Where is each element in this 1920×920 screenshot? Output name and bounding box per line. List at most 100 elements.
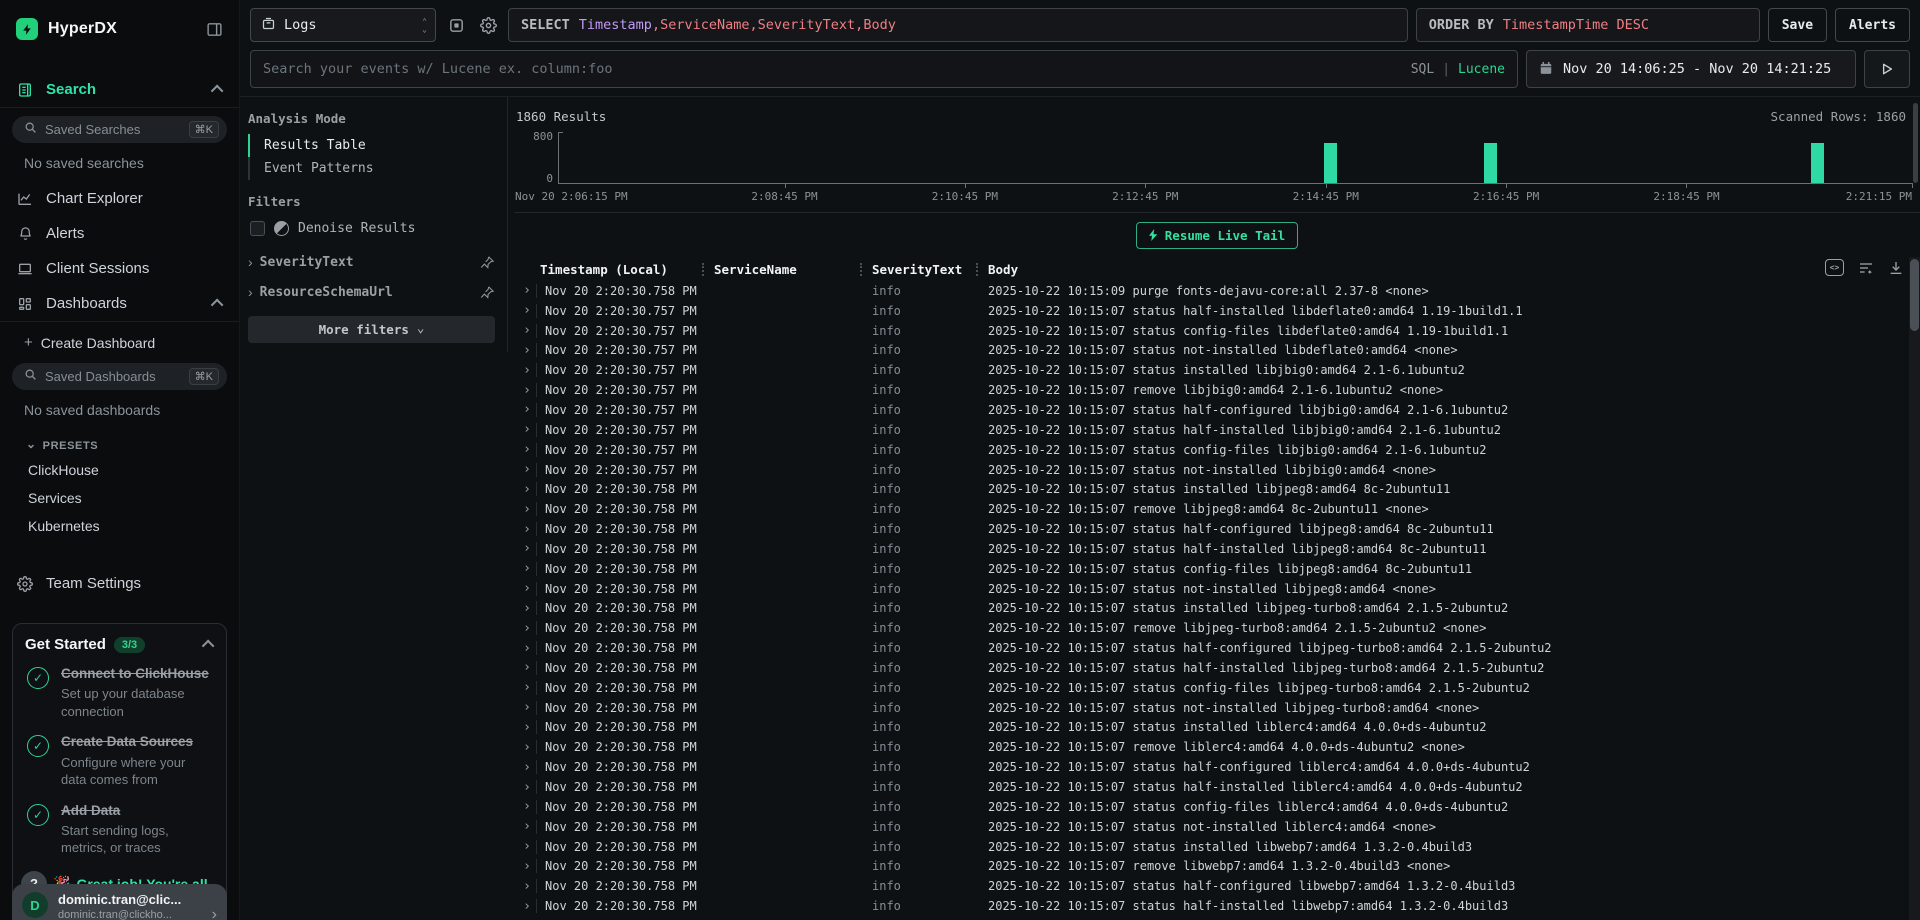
download-icon[interactable]	[1888, 260, 1904, 276]
sidebar-collapse-icon[interactable]	[206, 21, 223, 38]
pin-icon[interactable]	[480, 255, 495, 270]
pin-icon[interactable]	[480, 285, 495, 300]
column-header-severitytext[interactable]: SeverityText	[872, 262, 988, 277]
sidebar-preset-item[interactable]: ClickHouse	[0, 456, 239, 484]
filter-group-severitytext[interactable]: SeverityText	[248, 254, 495, 270]
saved-dashboards-input[interactable]: Saved Dashboards ⌘K	[12, 363, 227, 390]
cell-timestamp: Nov 20 2:20:30.758 PM	[536, 899, 714, 913]
cell-severity: info	[872, 522, 988, 536]
presets-section-toggle[interactable]: PRESETS	[0, 428, 239, 456]
analysis-mode-option[interactable]: Event Patterns	[248, 157, 495, 180]
table-row[interactable]: Nov 20 2:20:30.757 PMinfo2025-10-22 10:1…	[514, 341, 1920, 361]
table-row[interactable]: Nov 20 2:20:30.758 PMinfo2025-10-22 10:1…	[514, 638, 1920, 658]
table-row[interactable]: Nov 20 2:20:30.758 PMinfo2025-10-22 10:1…	[514, 281, 1920, 301]
table-row[interactable]: Nov 20 2:20:30.758 PMinfo2025-10-22 10:1…	[514, 698, 1920, 718]
table-row[interactable]: Nov 20 2:20:30.758 PMinfo2025-10-22 10:1…	[514, 777, 1920, 797]
table-row[interactable]: Nov 20 2:20:30.758 PMinfo2025-10-22 10:1…	[514, 737, 1920, 757]
table-row[interactable]: Nov 20 2:20:30.758 PMinfo2025-10-22 10:1…	[514, 658, 1920, 678]
table-scrollbar[interactable]	[1909, 257, 1920, 920]
run-query-button[interactable]	[1864, 50, 1910, 88]
table-row[interactable]: Nov 20 2:20:30.758 PMinfo2025-10-22 10:1…	[514, 499, 1920, 519]
scrollbar-thumb[interactable]	[1910, 259, 1919, 331]
filter-group-resourceschemaurl[interactable]: ResourceSchemaUrl	[248, 284, 495, 300]
table-row[interactable]: Nov 20 2:20:30.758 PMinfo2025-10-22 10:1…	[514, 579, 1920, 599]
get-started-task[interactable]: ✓Create Data SourcesConfigure where your…	[27, 733, 214, 788]
create-dashboard-button[interactable]: Create Dashboard	[0, 322, 239, 355]
table-row[interactable]: Nov 20 2:20:30.757 PMinfo2025-10-22 10:1…	[514, 380, 1920, 400]
table-row[interactable]: Nov 20 2:20:30.758 PMinfo2025-10-22 10:1…	[514, 479, 1920, 499]
page-scrollbar[interactable]	[1913, 103, 1918, 183]
source-select[interactable]: Logs ⌃⌃	[250, 8, 436, 42]
table-row[interactable]: Nov 20 2:20:30.757 PMinfo2025-10-22 10:1…	[514, 440, 1920, 460]
table-row[interactable]: Nov 20 2:20:30.758 PMinfo2025-10-22 10:1…	[514, 856, 1920, 876]
table-row[interactable]: Nov 20 2:20:30.757 PMinfo2025-10-22 10:1…	[514, 360, 1920, 380]
cell-body: 2025-10-22 10:15:07 status config-files …	[988, 800, 1920, 814]
table-row[interactable]: Nov 20 2:20:30.757 PMinfo2025-10-22 10:1…	[514, 400, 1920, 420]
sql-mode-toggle[interactable]: SQL	[1411, 62, 1434, 77]
table-config-icon[interactable]	[444, 13, 468, 37]
histogram-bar[interactable]	[1324, 143, 1337, 183]
analysis-mode-list: Results TableEvent Patterns	[248, 134, 495, 180]
event-search-input[interactable]: Search your events w/ Lucene ex. column:…	[250, 50, 1518, 88]
sidebar-item-team-settings[interactable]: Team Settings	[0, 566, 239, 601]
more-filters-button[interactable]: More filters	[248, 316, 495, 343]
resume-live-tail-button[interactable]: Resume Live Tail	[1136, 222, 1298, 249]
cell-body: 2025-10-22 10:15:07 status half-installe…	[988, 423, 1920, 437]
table-row[interactable]: Nov 20 2:20:30.758 PMinfo2025-10-22 10:1…	[514, 539, 1920, 559]
table-row[interactable]: Nov 20 2:20:30.758 PMinfo2025-10-22 10:1…	[514, 837, 1920, 857]
table-row[interactable]: Nov 20 2:20:30.758 PMinfo2025-10-22 10:1…	[514, 718, 1920, 738]
table-row[interactable]: Nov 20 2:20:30.758 PMinfo2025-10-22 10:1…	[514, 757, 1920, 777]
column-resize-handle[interactable]	[702, 263, 704, 276]
order-by-input[interactable]: ORDER BY TimestampTime DESC	[1416, 8, 1760, 42]
histogram-bar[interactable]	[1811, 143, 1824, 183]
sidebar-item-client-sessions[interactable]: Client Sessions	[0, 251, 239, 286]
wrap-lines-icon[interactable]	[1857, 260, 1875, 276]
chart-plot-area[interactable]: Nov 20 2:06:15 PM2:08:45 PM2:10:45 PM2:1…	[558, 132, 1912, 184]
cell-timestamp: Nov 20 2:20:30.758 PM	[536, 661, 714, 675]
column-resize-handle[interactable]	[976, 263, 978, 276]
sidebar-item-alerts[interactable]: Alerts	[0, 216, 239, 251]
denoise-results-toggle[interactable]: Denoise Results	[248, 217, 495, 240]
sidebar-preset-item[interactable]: Services	[0, 484, 239, 512]
table-row[interactable]: Nov 20 2:20:30.758 PMinfo2025-10-22 10:1…	[514, 559, 1920, 579]
denoise-checkbox[interactable]	[250, 221, 265, 236]
select-columns-input[interactable]: SELECT Timestamp,ServiceName,SeverityTex…	[508, 8, 1408, 42]
get-started-header[interactable]: Get Started 3/3	[25, 636, 214, 653]
table-row[interactable]: Nov 20 2:20:30.757 PMinfo2025-10-22 10:1…	[514, 420, 1920, 440]
column-header-body[interactable]: Body	[988, 262, 1920, 277]
table-row[interactable]: Nov 20 2:20:30.758 PMinfo2025-10-22 10:1…	[514, 797, 1920, 817]
get-started-task[interactable]: ✓Connect to ClickHouseSet up your databa…	[27, 665, 214, 720]
sidebar-preset-item[interactable]: Kubernetes	[0, 512, 239, 540]
table-row[interactable]: Nov 20 2:20:30.758 PMinfo2025-10-22 10:1…	[514, 876, 1920, 896]
saved-searches-placeholder: Saved Searches	[45, 122, 181, 137]
column-resize-handle[interactable]	[860, 263, 862, 276]
table-row[interactable]: Nov 20 2:20:30.758 PMinfo2025-10-22 10:1…	[514, 896, 1920, 916]
lucene-mode-toggle[interactable]: Lucene	[1458, 62, 1505, 77]
sidebar-item-dashboards[interactable]: Dashboards	[0, 286, 239, 321]
column-header-timestamp[interactable]: Timestamp (Local)	[540, 262, 714, 277]
date-range-picker[interactable]: Nov 20 14:06:25 - Nov 20 14:21:25	[1526, 50, 1856, 88]
table-row[interactable]: Nov 20 2:20:30.757 PMinfo2025-10-22 10:1…	[514, 460, 1920, 480]
user-profile-chip[interactable]: D dominic.tran@clic... dominic.tran@clic…	[12, 884, 227, 920]
table-row[interactable]: Nov 20 2:20:30.758 PMinfo2025-10-22 10:1…	[514, 817, 1920, 837]
saved-searches-input[interactable]: Saved Searches ⌘K	[12, 116, 227, 143]
table-row[interactable]: Nov 20 2:20:30.758 PMinfo2025-10-22 10:1…	[514, 678, 1920, 698]
saved-dashboards-placeholder: Saved Dashboards	[45, 369, 181, 384]
sidebar-item-chart-explorer[interactable]: Chart Explorer	[0, 181, 239, 216]
get-started-task[interactable]: ✓Add DataStart sending logs, metrics, or…	[27, 802, 214, 857]
histogram-bar[interactable]	[1484, 143, 1497, 183]
save-button[interactable]: Save	[1768, 8, 1827, 42]
laptop-icon	[16, 261, 34, 277]
sidebar-item-search[interactable]: Search	[0, 72, 239, 107]
table-row[interactable]: Nov 20 2:20:30.757 PMinfo2025-10-22 10:1…	[514, 321, 1920, 341]
results-histogram[interactable]: 800 0 Nov 20 2:06:15 PM2:08:45 PM2:10:45…	[516, 132, 1912, 184]
alerts-button[interactable]: Alerts	[1835, 8, 1910, 42]
expand-json-icon[interactable]: <>	[1825, 259, 1844, 276]
table-row[interactable]: Nov 20 2:20:30.757 PMinfo2025-10-22 10:1…	[514, 301, 1920, 321]
analysis-mode-option[interactable]: Results Table	[248, 134, 495, 157]
table-row[interactable]: Nov 20 2:20:30.758 PMinfo2025-10-22 10:1…	[514, 519, 1920, 539]
column-header-servicename[interactable]: ServiceName	[714, 262, 872, 277]
table-row[interactable]: Nov 20 2:20:30.758 PMinfo2025-10-22 10:1…	[514, 599, 1920, 619]
source-settings-gear-icon[interactable]	[476, 13, 500, 37]
table-row[interactable]: Nov 20 2:20:30.758 PMinfo2025-10-22 10:1…	[514, 618, 1920, 638]
